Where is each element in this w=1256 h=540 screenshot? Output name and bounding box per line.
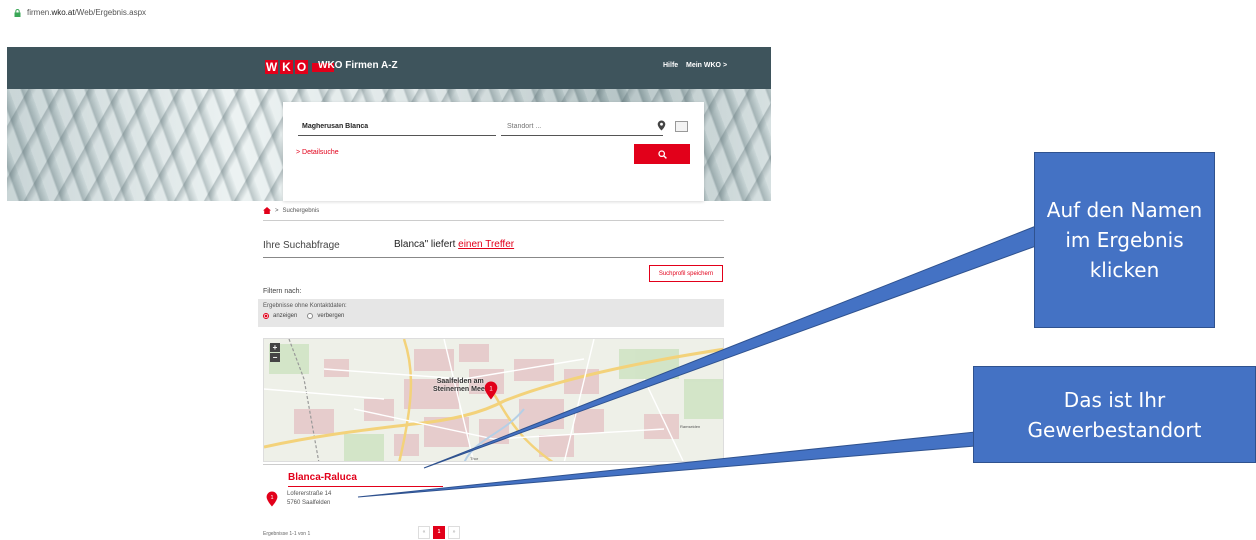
callout-pointer-name: [423, 225, 1037, 469]
callout-name-hint: Auf den Namen im Ergebnis klicken: [1034, 152, 1215, 328]
callout-location-text: Das ist Ihr Gewerbestandort: [1027, 387, 1202, 442]
callout-pointer-location: [357, 431, 976, 498]
callout-name-text: Auf den Namen im Ergebnis klicken: [1046, 198, 1203, 282]
callout-location-hint: Das ist Ihr Gewerbestandort: [973, 366, 1256, 463]
